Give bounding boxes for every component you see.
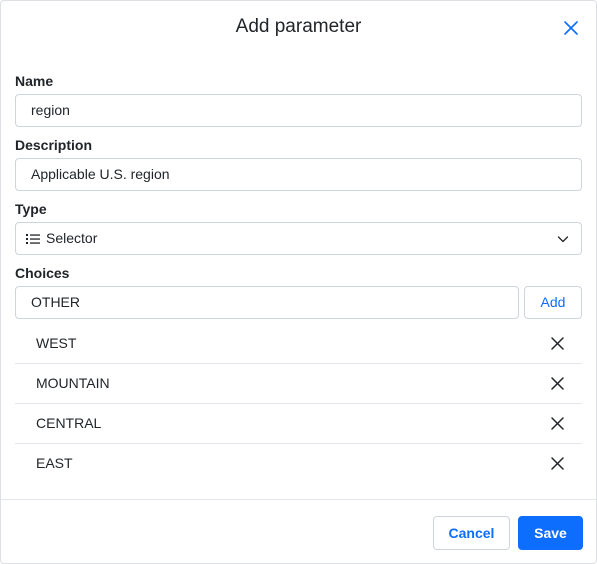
description-input[interactable]: Applicable U.S. region xyxy=(15,158,582,191)
dialog-header: Add parameter xyxy=(1,1,596,57)
description-label: Description xyxy=(15,137,93,153)
chevron-down-icon xyxy=(557,236,569,243)
footer-divider xyxy=(1,499,596,500)
type-select-value: Selector xyxy=(46,230,98,246)
name-input[interactable]: region xyxy=(15,94,582,127)
remove-icon[interactable] xyxy=(551,417,564,430)
remove-icon[interactable] xyxy=(551,337,564,350)
dialog-title: Add parameter xyxy=(235,16,362,37)
choice-item: EAST xyxy=(15,444,582,484)
add-parameter-dialog: Add parameter Name region Description Ap… xyxy=(0,0,597,564)
list-icon xyxy=(26,234,40,244)
close-icon[interactable] xyxy=(562,19,580,37)
choice-label: EAST xyxy=(36,455,73,471)
save-button[interactable]: Save xyxy=(518,516,583,550)
add-choice-button[interactable]: Add xyxy=(524,286,582,319)
remove-icon[interactable] xyxy=(551,377,564,390)
choice-label: WEST xyxy=(36,335,77,351)
choice-label: MOUNTAIN xyxy=(36,375,110,391)
choices-label: Choices xyxy=(15,265,70,281)
choice-item: MOUNTAIN xyxy=(15,364,582,404)
type-label: Type xyxy=(15,201,47,217)
type-select[interactable]: Selector xyxy=(15,222,582,255)
choice-input[interactable]: OTHER xyxy=(15,286,519,319)
choice-item: WEST xyxy=(15,324,582,364)
cancel-button[interactable]: Cancel xyxy=(433,516,510,550)
name-label: Name xyxy=(15,73,54,89)
remove-icon[interactable] xyxy=(551,457,564,470)
choice-label: CENTRAL xyxy=(36,415,102,431)
choice-item: CENTRAL xyxy=(15,404,582,444)
